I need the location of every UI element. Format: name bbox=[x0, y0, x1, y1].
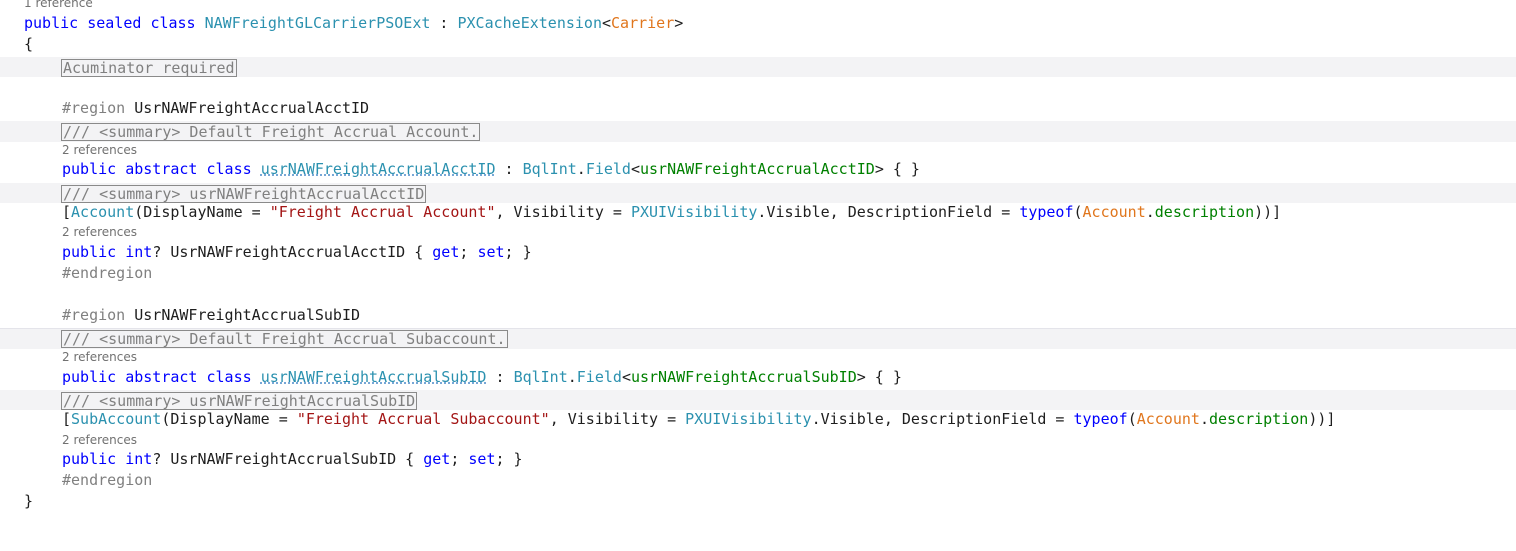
keyword: public bbox=[24, 14, 79, 32]
type-reference[interactable]: Account bbox=[1137, 410, 1200, 428]
class-name[interactable]: NAWFreightGLCarrierPSOExt bbox=[205, 14, 431, 32]
keyword: set bbox=[468, 450, 496, 468]
punctuation: ; } bbox=[504, 243, 532, 261]
punctuation: ; bbox=[459, 243, 478, 261]
collapsed-summary-comment[interactable]: /// <summary> usrNAWFreightAccrualAcctID bbox=[61, 185, 427, 203]
open-brace: { bbox=[24, 35, 34, 53]
code-lens-references[interactable]: 1 reference bbox=[24, 0, 93, 10]
code-lens-references[interactable]: 2 references bbox=[62, 143, 137, 157]
keyword: int bbox=[125, 243, 153, 261]
field-type[interactable]: Field bbox=[586, 160, 631, 178]
keyword: public bbox=[62, 243, 117, 261]
bql-type[interactable]: BqlInt bbox=[523, 160, 577, 178]
keyword: typeof bbox=[1019, 203, 1074, 221]
punctuation: > bbox=[674, 14, 684, 32]
keyword: public bbox=[62, 368, 117, 386]
enum-type[interactable]: PXUIVisibility bbox=[631, 203, 757, 221]
collapsed-summary-comment[interactable]: /// <summary> Default Freight Accrual Su… bbox=[61, 330, 508, 348]
punctuation: , Visibility = bbox=[549, 410, 686, 428]
keyword: get bbox=[423, 450, 451, 468]
punctuation: , Visibility = bbox=[495, 203, 631, 221]
endregion-directive: #endregion bbox=[62, 264, 153, 282]
punctuation: ; } bbox=[495, 450, 523, 468]
nested-type-reference[interactable]: description bbox=[1209, 410, 1308, 428]
generic-type-argument[interactable]: usrNAWFreightAccrualSubID bbox=[631, 368, 857, 386]
code-lens-references[interactable]: 2 references bbox=[62, 350, 137, 364]
region-directive[interactable]: #region bbox=[62, 306, 125, 324]
keyword: int bbox=[125, 450, 153, 468]
punctuation: : bbox=[495, 160, 523, 178]
string-literal: "Freight Accrual Account" bbox=[269, 203, 496, 221]
attribute-name[interactable]: SubAccount bbox=[71, 410, 161, 428]
attribute-name[interactable]: Account bbox=[71, 203, 134, 221]
region-directive[interactable]: #region bbox=[62, 99, 125, 117]
punctuation: (DisplayName = bbox=[134, 203, 270, 221]
punctuation: .Visible, DescriptionField = bbox=[757, 203, 1020, 221]
nested-type-reference[interactable]: description bbox=[1155, 203, 1254, 221]
region-name: UsrNAWFreightAccrualAcctID bbox=[134, 99, 370, 117]
keyword: abstract bbox=[125, 368, 198, 386]
punctuation: < bbox=[602, 14, 612, 32]
punctuation: ; bbox=[450, 450, 469, 468]
keyword: public bbox=[62, 160, 117, 178]
property-name[interactable]: UsrNAWFreightAccrualSubID { bbox=[161, 450, 423, 468]
collapsed-summary-comment[interactable]: /// <summary> usrNAWFreightAccrualSubID bbox=[61, 392, 418, 410]
punctuation: > { } bbox=[874, 160, 920, 178]
bql-type[interactable]: BqlInt bbox=[514, 368, 568, 386]
keyword: set bbox=[477, 243, 505, 261]
code-lens-references[interactable]: 2 references bbox=[62, 225, 137, 239]
keyword: class bbox=[206, 368, 252, 386]
generic-type-argument[interactable]: usrNAWFreightAccrualAcctID bbox=[640, 160, 875, 178]
enum-type[interactable]: PXUIVisibility bbox=[685, 410, 811, 428]
keyword: sealed bbox=[87, 14, 142, 32]
property-name[interactable]: UsrNAWFreightAccrualAcctID { bbox=[161, 243, 432, 261]
punctuation: ))] bbox=[1308, 410, 1336, 428]
region-name: UsrNAWFreightAccrualSubID bbox=[134, 306, 361, 324]
close-brace: } bbox=[24, 492, 34, 510]
field-type[interactable]: Field bbox=[577, 368, 622, 386]
keyword: class bbox=[150, 14, 196, 32]
punctuation: : bbox=[486, 368, 514, 386]
punctuation: > { } bbox=[856, 368, 902, 386]
keyword: get bbox=[432, 243, 460, 261]
keyword: typeof bbox=[1073, 410, 1128, 428]
keyword: public bbox=[62, 450, 117, 468]
field-class-name[interactable]: usrNAWFreightAccrualAcctID bbox=[261, 160, 496, 178]
base-type[interactable]: PXCacheExtension bbox=[458, 14, 603, 32]
generic-type-argument[interactable]: Carrier bbox=[611, 14, 674, 32]
punctuation: .Visible, DescriptionField = bbox=[811, 410, 1074, 428]
code-editor[interactable]: 1 reference public sealed class NAWFreig… bbox=[0, 0, 1516, 551]
punctuation: (DisplayName = bbox=[161, 410, 297, 428]
code-lens-references[interactable]: 2 references bbox=[62, 433, 137, 447]
punctuation: ))] bbox=[1254, 203, 1282, 221]
punctuation: : bbox=[430, 14, 458, 32]
string-literal: "Freight Accrual Subaccount" bbox=[296, 410, 550, 428]
acuminator-required-adornment[interactable]: Acuminator required bbox=[61, 59, 237, 77]
collapsed-summary-comment[interactable]: /// <summary> Default Freight Accrual Ac… bbox=[61, 123, 481, 141]
field-class-name[interactable]: usrNAWFreightAccrualSubID bbox=[261, 368, 487, 386]
endregion-directive: #endregion bbox=[62, 471, 153, 489]
keyword: abstract bbox=[125, 160, 198, 178]
type-reference[interactable]: Account bbox=[1083, 203, 1146, 221]
punctuation: ? bbox=[152, 243, 162, 261]
keyword: class bbox=[206, 160, 252, 178]
punctuation: ? bbox=[152, 450, 162, 468]
